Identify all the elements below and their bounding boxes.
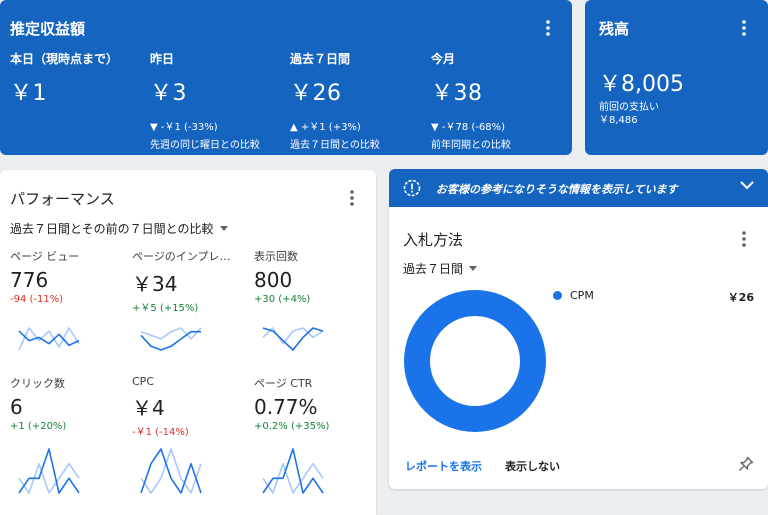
info-banner[interactable]: お客様の参考になりそうな情報を表示しています [389, 169, 768, 207]
pin-icon[interactable] [738, 456, 754, 472]
sparkline-current-series [140, 448, 202, 494]
more-vert-icon [742, 231, 746, 247]
sparkline [262, 448, 324, 494]
earnings-more-button[interactable] [538, 18, 558, 38]
more-vert-icon [350, 190, 354, 206]
metric-page-ctr[interactable]: ページ CTR 0.77% +0.2% (+35%) [254, 375, 374, 494]
balance-title: 残高 [599, 20, 630, 38]
performance-title: パフォーマンス [10, 190, 115, 208]
balance-value: ￥8,005 [599, 72, 684, 97]
metric-last-7-days[interactable]: 過去７日間 ￥26 ▲ +￥1 (+3%) 過去７日間との比較 [290, 50, 380, 151]
performance-card: パフォーマンス 過去７日間とその前の７日間との比較 ページ ビュー 776 -94 … [0, 170, 376, 515]
sparkline [18, 327, 80, 351]
more-vert-icon [742, 20, 746, 36]
metric-impressions[interactable]: 表示回数 800 +30 (+4%) [254, 248, 374, 351]
bid-period-dropdown[interactable]: 過去７日間 [403, 260, 478, 277]
legend-dot [553, 291, 562, 300]
dropdown-arrow-icon [469, 266, 478, 271]
info-icon [403, 179, 421, 197]
sparkline-previous-series [140, 327, 202, 340]
balance-more-button[interactable] [734, 18, 754, 38]
legend-value-cpm: ￥26 [727, 291, 754, 304]
bid-type-title: 入札方法 [403, 231, 464, 249]
bid-donut-chart [404, 290, 546, 432]
metric-today[interactable]: 本日（現時点まで） ￥1 [10, 50, 118, 107]
sparkline [262, 327, 324, 351]
hide-button[interactable]: 表示しない [505, 458, 560, 474]
balance-card: 残高 ￥8,005 前回の支払い ￥8,486 [585, 0, 768, 155]
metric-clicks[interactable]: クリック数 6 +1 (+20%) [10, 375, 130, 494]
estimated-earnings-card: 推定収益額 本日（現時点まで） ￥1 昨日 ￥3 ▼ -￥1 (-33%) 先週… [0, 0, 572, 155]
sparkline [140, 327, 202, 351]
performance-period-dropdown[interactable]: 過去７日間とその前の７日間との比較 [10, 220, 228, 237]
sparkline-current-series [18, 448, 80, 494]
earnings-title: 推定収益額 [10, 20, 86, 38]
view-report-button[interactable]: レポートを表示 [405, 458, 482, 474]
bid-more-button[interactable] [734, 229, 754, 249]
legend-item-cpm[interactable]: CPM [553, 289, 594, 302]
metric-cpc[interactable]: CPC ￥4 -￥1 (-14%) [132, 375, 252, 494]
metric-page-views[interactable]: ページ ビュー 776 -94 (-11%) [10, 248, 130, 351]
banner-text: お客様の参考になりそうな情報を表示しています [436, 183, 678, 196]
chevron-down-icon[interactable] [740, 180, 754, 190]
donut-slice-cpm [404, 290, 546, 432]
more-vert-icon [546, 20, 550, 36]
sparkline-current-series [262, 448, 324, 494]
metric-this-month[interactable]: 今月 ￥38 ▼ -￥78 (-68%) 前年同期との比較 [431, 50, 511, 151]
sparkline [140, 448, 202, 494]
last-payment-value: ￥8,486 [599, 115, 638, 126]
sparkline-previous-series [140, 448, 202, 494]
sparkline [18, 448, 80, 494]
dropdown-arrow-icon [219, 226, 228, 231]
performance-more-button[interactable] [342, 188, 362, 208]
bid-type-card: 入札方法 過去７日間 CPM ￥26 レポートを表示 表示しない [389, 207, 768, 489]
metric-page-rpm[interactable]: ページのインプレ… ￥34 +￥5 (+15%) [132, 248, 252, 351]
sparkline-current-series [18, 330, 80, 347]
metric-yesterday[interactable]: 昨日 ￥3 ▼ -￥1 (-33%) 先週の同じ曜日との比較 [150, 50, 260, 151]
